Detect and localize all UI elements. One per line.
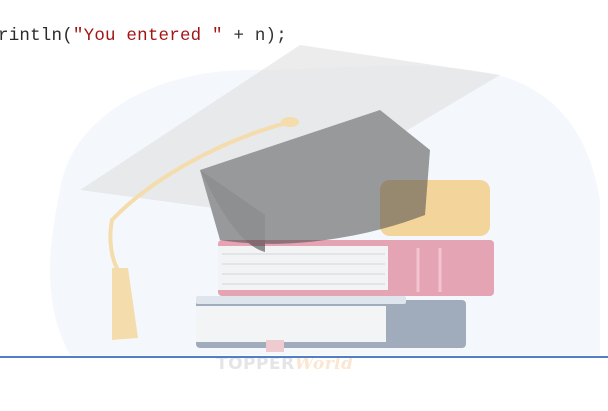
code-concat-expression: + n); [222,26,287,46]
code-method-fragment: rintln( [0,26,73,46]
code-line: rintln("You entered " + n); [0,26,287,46]
horizontal-divider [0,356,608,358]
graduation-cap-on-books-icon [50,45,600,356]
code-string-literal: "You entered " [72,26,223,46]
